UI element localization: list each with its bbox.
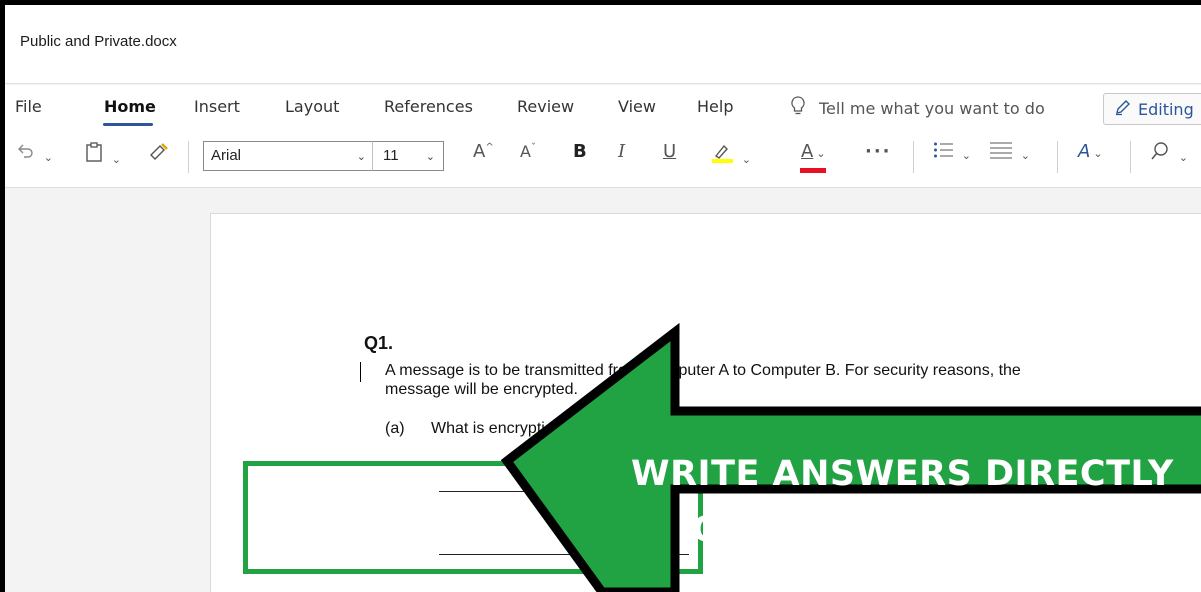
highlight-icon [711,144,739,168]
toolbar-divider [913,141,914,173]
grow-font-icon: A^ [473,141,494,162]
font-size-value: 11 [383,147,399,164]
chevron-down-icon: ⌄ [1178,151,1188,164]
editing-label: Editing [1138,99,1194,119]
format-painter-icon [148,143,170,166]
part-a-question: What is encryption? [431,420,572,437]
undo-button[interactable]: ⌄ [15,141,53,166]
styles-icon: A [1078,141,1091,162]
chevron-down-icon: ⌄ [961,149,971,162]
tab-review[interactable]: Review [517,97,574,116]
toolbar-divider [188,141,189,173]
styles-button[interactable]: A ⌄ [1078,141,1103,162]
pencil-icon [1114,98,1132,120]
editing-mode-button[interactable]: Editing [1103,93,1201,125]
ribbon: File Home Insert Layout References Revie… [5,85,1201,188]
answer-line[interactable] [439,554,689,555]
find-button[interactable]: ⌄ [1150,141,1188,166]
grow-font-button[interactable]: A^ [473,141,494,162]
chevron-down-icon: ⌄ [111,153,121,166]
format-painter-button[interactable] [148,141,170,166]
tab-references[interactable]: References [384,97,473,116]
ribbon-tabs: File Home Insert Layout References Revie… [5,85,1201,131]
font-color-swatch [800,168,826,173]
bold-icon: B [573,141,587,162]
highlight-button[interactable]: ⌄ [711,141,751,168]
lightbulb-icon [791,95,805,121]
chevron-down-icon: ⌄ [356,151,366,163]
tab-insert[interactable]: Insert [194,97,240,116]
tell-me-search[interactable]: Tell me what you want to do [791,95,1045,121]
tell-me-placeholder: Tell me what you want to do [819,98,1045,118]
active-tab-indicator [103,123,153,126]
instruction-line-1: WRITE ANSWERS DIRECTLY [631,454,1174,494]
bullets-icon [933,142,959,164]
chevron-down-icon: ⌄ [816,147,826,160]
title-bar: Public and Private.docx [5,5,1201,84]
instruction-line-2: ONTO THE DOCUMENT [692,510,1140,550]
more-options-button[interactable]: ··· [865,141,892,162]
align-icon [990,142,1018,164]
italic-icon: I [618,141,626,162]
chevron-down-icon: ⌄ [741,153,751,166]
tab-view[interactable]: View [618,97,656,116]
chevron-down-icon: ⌄ [43,151,53,164]
bullets-button[interactable]: ⌄ [933,141,971,164]
paste-button[interactable]: ⌄ [85,141,121,168]
chevron-down-icon: ⌄ [425,151,435,163]
question-text-line-2: message will be encrypted. [385,381,578,398]
font-color-icon: A [801,141,814,162]
toolbar-divider [1130,141,1131,173]
document-title[interactable]: Public and Private.docx [20,33,177,50]
italic-button[interactable]: I [618,141,625,162]
toolbar-divider [1057,141,1058,173]
clipboard-icon [85,142,109,168]
font-name-value: Arial [211,147,242,164]
font-size-select[interactable]: 11 ⌄ [372,141,444,171]
part-a-label: (a) [385,420,405,437]
font-name-select[interactable]: Arial ⌄ [203,141,373,171]
undo-icon [15,144,41,166]
chevron-down-icon: ⌄ [1093,147,1103,160]
font-color-button[interactable]: A ⌄ [801,141,826,162]
tab-layout[interactable]: Layout [285,97,339,116]
question-label: Q1. [364,333,394,353]
chevron-down-icon: ⌄ [1020,149,1030,162]
search-icon [1150,142,1176,166]
question-text-line-1: A message is to be transmitted from Comp… [385,362,1021,379]
shrink-font-button[interactable]: Aˇ [520,141,536,162]
underline-button[interactable]: U [663,141,676,162]
align-button[interactable]: ⌄ [990,141,1030,164]
bold-button[interactable]: B [573,141,587,162]
underline-icon: U [663,141,677,162]
shrink-font-icon: Aˇ [520,142,536,161]
home-toolbar: ⌄ ⌄ Arial ⌄ 11 ⌄ A^ Aˇ B I U ⌄ A ⌄ ··· ⌄… [5,131,1201,181]
text-cursor [360,362,361,382]
tab-home[interactable]: Home [104,97,156,116]
tab-file[interactable]: File [15,97,42,116]
tab-help[interactable]: Help [697,97,733,116]
